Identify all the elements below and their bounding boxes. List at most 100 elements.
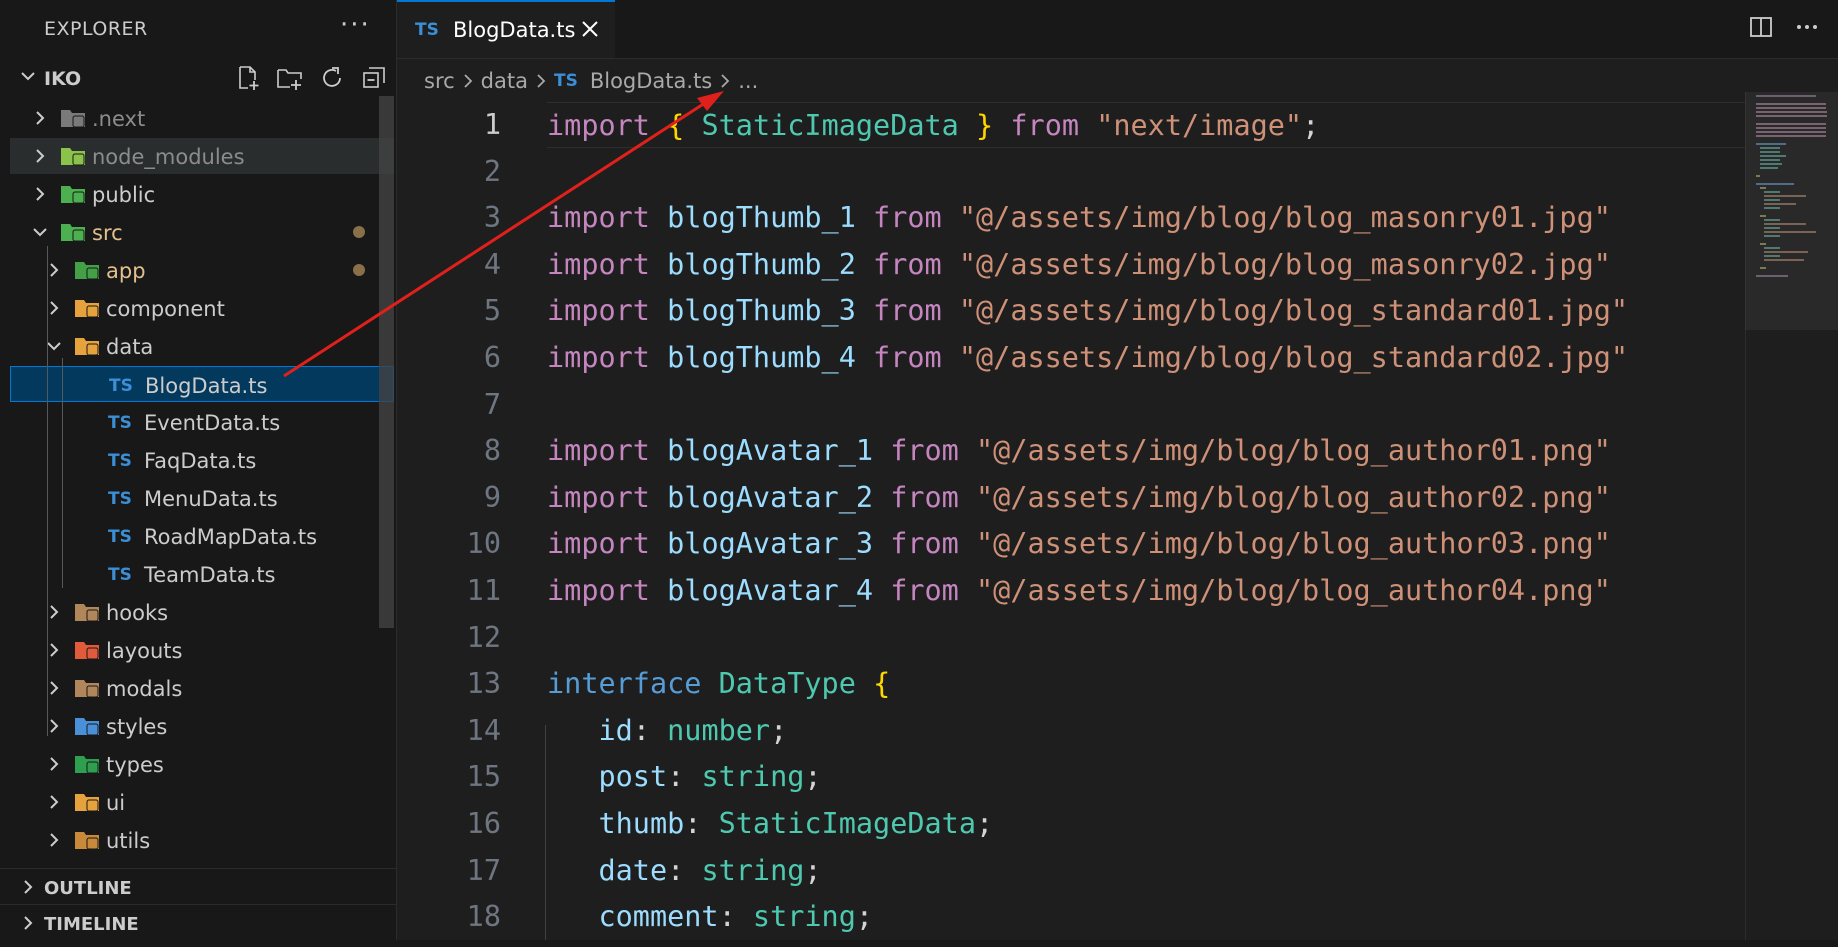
tree-item-public[interactable]: public xyxy=(10,176,394,212)
tree-item-utils[interactable]: utils xyxy=(10,822,394,858)
chevron-right-icon xyxy=(36,187,45,201)
code-token: from xyxy=(873,247,942,281)
new-file-icon[interactable] xyxy=(232,62,264,94)
chevron-right-icon xyxy=(36,111,45,125)
minimap-slider[interactable] xyxy=(1745,92,1838,330)
code-line[interactable]: import blogThumb_2 from "@/assets/img/bl… xyxy=(397,242,1745,288)
code-token: ; xyxy=(976,807,994,840)
tree-item-component[interactable]: component xyxy=(10,290,394,326)
code-token: DataType xyxy=(718,667,856,701)
code-line[interactable]: date: string; xyxy=(397,848,1745,894)
outline-section[interactable]: OUTLINE xyxy=(0,868,397,905)
breadcrumb-file[interactable]: BlogData.ts xyxy=(590,69,712,93)
code-token: StaticImageData xyxy=(718,807,976,840)
tree-item-ui[interactable]: ui xyxy=(10,784,394,820)
project-root-row[interactable]: IKO xyxy=(0,60,397,96)
tree-item-data[interactable]: data xyxy=(10,328,394,364)
code-token: blogAvatar_3 xyxy=(667,527,874,561)
tree-item-hooks[interactable]: hooks xyxy=(10,594,394,630)
tree-item-node-modules[interactable]: node_modules xyxy=(10,138,394,174)
tree-item-modals[interactable]: modals xyxy=(10,670,394,706)
tree-item-blogdata-ts[interactable]: TS BlogData.ts xyxy=(10,366,394,402)
code-token: ; xyxy=(804,760,822,794)
code-line[interactable]: import blogAvatar_3 from "@/assets/img/b… xyxy=(397,521,1745,567)
code-line[interactable]: thumb: StaticImageData; xyxy=(397,801,1745,847)
code-token: import xyxy=(547,294,650,328)
refresh-icon[interactable] xyxy=(316,62,348,94)
tree-item-layouts[interactable]: layouts xyxy=(10,632,394,668)
tree-item-src[interactable]: src xyxy=(10,214,394,250)
more-actions-icon[interactable] xyxy=(1794,14,1820,40)
code-token: comment xyxy=(598,900,719,934)
code-token: import xyxy=(547,341,650,374)
code-token: blogThumb_2 xyxy=(667,247,856,281)
tree-item-next[interactable]: .next xyxy=(10,100,394,136)
code-editor[interactable]: 1 import { StaticImageData } from "next/i… xyxy=(397,100,1745,947)
chevron-down-icon xyxy=(33,228,47,237)
collapse-all-icon[interactable] xyxy=(358,62,390,94)
code-line[interactable]: import blogAvatar_4 from "@/assets/img/b… xyxy=(397,568,1745,614)
utils-folder-icon xyxy=(75,832,99,850)
breadcrumb-more[interactable]: ... xyxy=(738,69,758,93)
tree-item-faqdata-ts[interactable]: TS FaqData.ts xyxy=(10,442,394,478)
editor-tab-bar: TS BlogData.ts xyxy=(397,0,1838,59)
tree-item-teamdata-ts[interactable]: TS TeamData.ts xyxy=(10,556,394,592)
code-token: "next/image" xyxy=(1096,109,1303,142)
tree-item-types[interactable]: types xyxy=(10,746,394,782)
tree-item-app[interactable]: app xyxy=(10,252,394,288)
tree-item-roadmapdata-ts[interactable]: TS RoadMapData.ts xyxy=(10,518,394,554)
chevron-right-icon xyxy=(36,149,45,163)
timeline-section[interactable]: TIMELINE xyxy=(0,904,397,941)
tab-blogdata[interactable]: TS BlogData.ts xyxy=(397,0,615,58)
ui-folder-icon xyxy=(75,794,99,812)
code-line[interactable]: import blogAvatar_1 from "@/assets/img/b… xyxy=(397,428,1745,474)
status-bar-edge xyxy=(0,940,1838,947)
more-actions-icon[interactable]: ··· xyxy=(340,10,371,40)
code-token: import xyxy=(547,527,650,561)
ts-file-icon: TS xyxy=(108,413,132,433)
tree-item-label: types xyxy=(106,753,164,777)
code-token: "@/assets/img/blog/blog_standard01.jpg" xyxy=(958,294,1629,328)
tree-item-eventdata-ts[interactable]: TS EventData.ts xyxy=(10,404,394,440)
chevron-right-icon xyxy=(721,74,730,88)
data-folder-icon xyxy=(75,338,99,356)
tree-item-label: layouts xyxy=(106,639,183,663)
close-icon[interactable] xyxy=(577,16,603,42)
code-line[interactable]: post: string; xyxy=(397,754,1745,800)
code-line[interactable] xyxy=(397,615,1745,661)
code-line[interactable] xyxy=(397,382,1745,428)
sidebar-scrollbar[interactable] xyxy=(379,96,394,628)
code-line[interactable]: import blogThumb_4 from "@/assets/img/bl… xyxy=(397,335,1745,381)
code-token: : xyxy=(667,853,702,887)
code-token: "@/assets/img/blog/blog_author03.png" xyxy=(976,527,1611,561)
outline-label: OUTLINE xyxy=(44,878,132,899)
code-line[interactable]: id: number; xyxy=(397,708,1745,754)
breadcrumb-src[interactable]: src xyxy=(424,69,455,93)
new-folder-icon[interactable] xyxy=(274,62,306,94)
code-token: ; xyxy=(804,853,822,887)
code-line[interactable]: import blogAvatar_2 from "@/assets/img/b… xyxy=(397,475,1745,521)
split-editor-icon[interactable] xyxy=(1748,14,1774,40)
code-line[interactable]: import blogThumb_3 from "@/assets/img/bl… xyxy=(397,288,1745,334)
tree-item-label: .next xyxy=(92,107,146,131)
ts-file-icon: TS xyxy=(415,20,439,40)
code-line[interactable] xyxy=(397,149,1745,195)
code-token: string xyxy=(701,760,805,794)
tree-item-menudata-ts[interactable]: TS MenuData.ts xyxy=(10,480,394,516)
tree-item-label: data xyxy=(106,335,154,359)
code-line[interactable]: import blogThumb_1 from "@/assets/img/bl… xyxy=(397,195,1745,241)
tree-item-styles[interactable]: styles xyxy=(10,708,394,744)
code-line[interactable]: interface DataType { xyxy=(397,661,1745,707)
code-line[interactable]: comment: string; xyxy=(397,894,1745,940)
breadcrumb-data[interactable]: data xyxy=(481,69,528,93)
code-token: string xyxy=(752,900,856,934)
code-line[interactable]: import { StaticImageData } from "next/im… xyxy=(547,102,1745,148)
